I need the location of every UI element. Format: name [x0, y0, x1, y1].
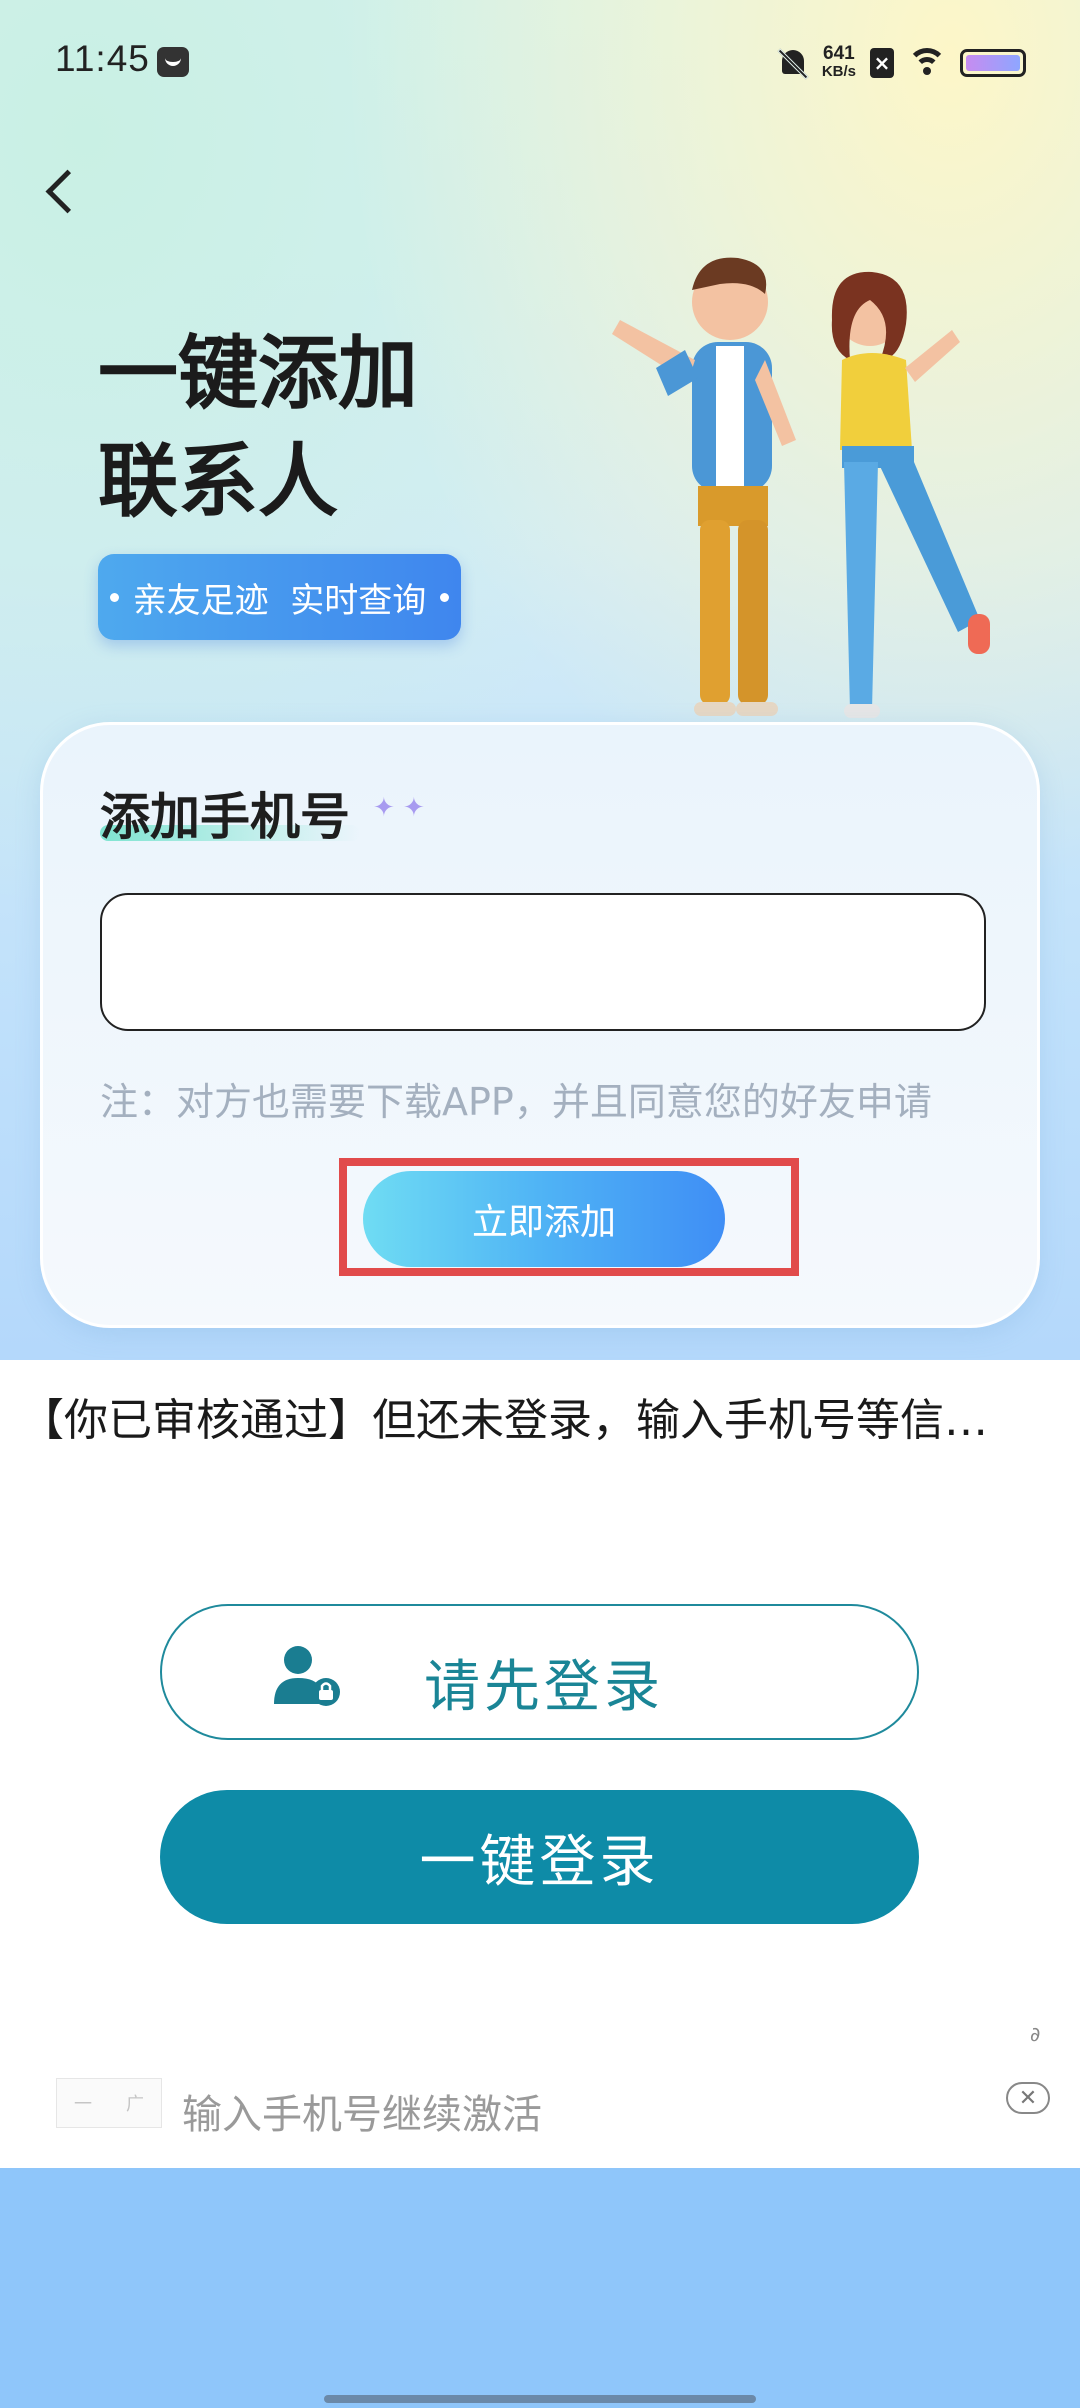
ad-close-icon[interactable]: ✕ — [1006, 2082, 1050, 2114]
status-time: 11:45 — [55, 38, 150, 79]
ad-logo-text-left: 一 — [74, 2094, 92, 2115]
highlight-box — [339, 1158, 799, 1276]
couple-illustration — [612, 257, 990, 718]
login-notice: 【你已审核通过】但还未登录，输入手机号等信… — [20, 1395, 988, 1446]
bottom-banner-area — [0, 2168, 1080, 2408]
home-indicator[interactable] — [324, 2395, 756, 2403]
feature-pill: 亲友足迹 实时查询 — [98, 554, 461, 640]
status-bar: 11:45 641 KB/s × — [0, 0, 1080, 126]
wifi-icon — [908, 48, 946, 78]
network-speed-value: 641 — [823, 43, 855, 64]
network-speed: 641 KB/s — [821, 43, 856, 81]
phone-number-input[interactable] — [100, 893, 986, 1031]
network-speed-unit: KB/s — [821, 63, 856, 80]
card-note: 注：对方也需要下载APP，并且同意您的好友申请 — [100, 1080, 932, 1124]
woman-figure — [831, 271, 990, 718]
ad-mark-icon: ∂ — [1030, 2022, 1041, 2046]
add-phone-card: 添加手机号 ✦ ✦ 注：对方也需要下载APP，并且同意您的好友申请 立即添加 — [40, 722, 1040, 1328]
user-lock-icon — [274, 1646, 340, 1706]
login-first-label: 请先登录 — [424, 1655, 664, 1720]
ad-logo: 一 广 — [56, 2078, 162, 2128]
pill-dot-icon — [109, 592, 119, 602]
man-figure — [612, 257, 796, 716]
sim-blocked-icon: × — [870, 48, 894, 78]
card-title: 添加手机号 — [100, 788, 350, 846]
pill-dot-icon — [440, 592, 450, 602]
bell-off-icon — [777, 46, 809, 80]
back-arrow-icon[interactable] — [36, 160, 86, 220]
battery-icon — [960, 49, 1026, 77]
login-first-button[interactable]: 请先登录 — [160, 1604, 919, 1740]
status-icons: 641 KB/s × — [777, 40, 1026, 86]
page-headline: 一键添加 联系人 — [98, 320, 558, 536]
headline-line-1: 一键添加 — [98, 327, 418, 420]
pill-text: 亲友足迹 实时查询 — [132, 580, 427, 621]
app-notification-icon — [157, 47, 189, 77]
ad-logo-text-right: 广 — [126, 2094, 144, 2115]
headline-line-2: 联系人 — [98, 435, 338, 528]
one-click-login-button[interactable]: 一键登录 — [160, 1790, 919, 1924]
ad-text[interactable]: 输入手机号继续激活 — [182, 2082, 542, 2140]
sparkle-icon: ✦ ✦ — [373, 793, 425, 823]
